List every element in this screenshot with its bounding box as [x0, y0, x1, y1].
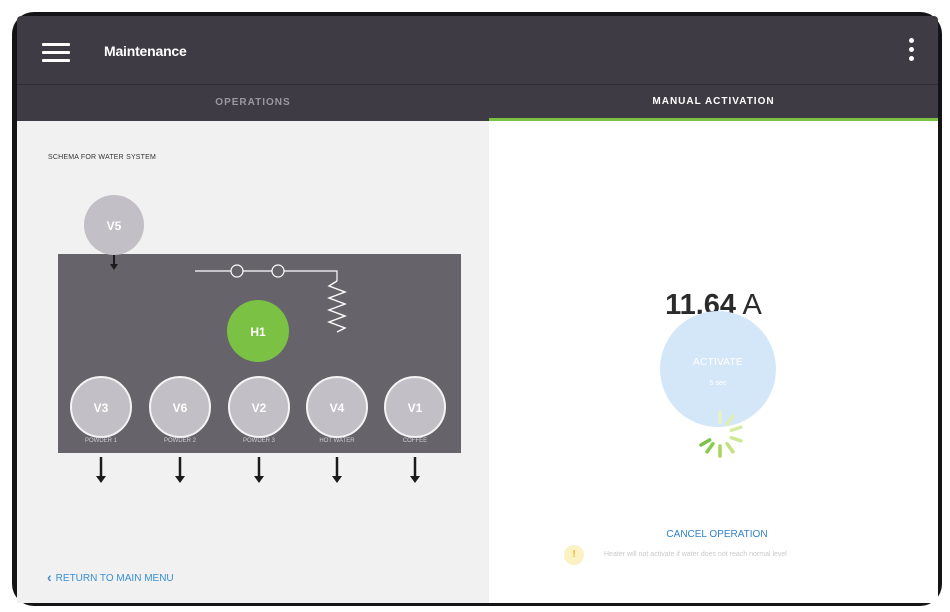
app-bar: Maintenance	[17, 16, 938, 85]
valve-caption: POWDER 2	[164, 438, 197, 444]
valve-id: V1	[408, 401, 423, 415]
hamburger-menu-icon[interactable]	[42, 43, 70, 63]
app-title: Maintenance	[104, 43, 187, 59]
warning-text: Heater will not activate if water does n…	[604, 551, 787, 558]
valve-id: V6	[173, 401, 188, 415]
tab-operations[interactable]: OPERATIONS	[17, 85, 489, 121]
valve-id: V3	[94, 401, 109, 415]
schema-panel: SCHEMA FOR WATER SYSTEM V5 H1 V3 POWDER …	[17, 121, 489, 603]
valve-caption: POWDER 1	[85, 438, 118, 444]
cancel-operation-button[interactable]: CANCEL OPERATION	[489, 529, 938, 540]
manual-activation-panel: 11.64 A ACTIVATE 5 sec CANCEL OPERATION …	[489, 121, 938, 603]
return-link-label: RETURN TO MAIN MENU	[55, 573, 174, 584]
return-to-main-menu-link[interactable]: ‹ RETURN TO MAIN MENU	[47, 569, 174, 585]
heater-h1-label: H1	[250, 325, 266, 339]
heater-warning: ! Heater will not activate if water does…	[564, 545, 934, 565]
outflow-arrow-icon	[96, 457, 106, 483]
valve-v5-label: V5	[107, 219, 122, 233]
activate-label: ACTIVATE	[693, 357, 743, 368]
valve-caption: HOT WATER	[319, 438, 355, 444]
current-unit: A	[742, 289, 762, 321]
valve-caption: POWDER 3	[243, 438, 276, 444]
valve-id: V2	[252, 401, 267, 415]
outflow-arrow-icon	[254, 457, 264, 483]
loading-spinner-icon	[699, 410, 743, 458]
valve-caption: COFFEE	[403, 438, 427, 444]
valve-id: V4	[330, 401, 345, 415]
outflow-arrow-icon	[410, 457, 420, 483]
outflow-arrow-icon	[175, 457, 185, 483]
activate-duration: 5 sec	[709, 380, 727, 387]
chevron-left-icon: ‹	[47, 569, 52, 585]
more-vertical-icon[interactable]	[905, 38, 917, 68]
outflow-arrow-icon	[332, 457, 342, 483]
tab-bar: OPERATIONS MANUAL ACTIVATION	[17, 85, 938, 121]
app-screen: Maintenance OPERATIONS MANUAL ACTIVATION…	[17, 16, 938, 603]
warning-icon: !	[564, 545, 584, 565]
tab-manual-activation[interactable]: MANUAL ACTIVATION	[489, 85, 938, 121]
water-system-schema: V5 H1 V3 POWDER 1 V6 POWDER 2 V2 POWDER …	[58, 195, 461, 483]
